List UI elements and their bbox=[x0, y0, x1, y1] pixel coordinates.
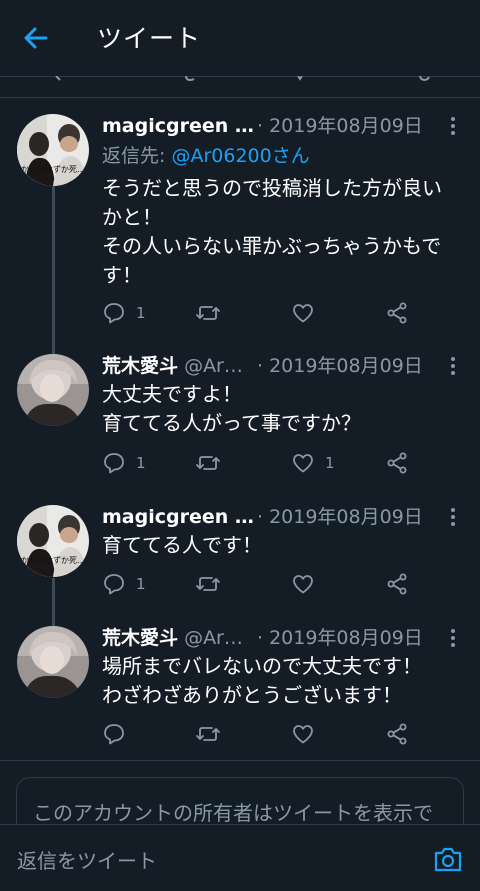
camera-button[interactable] bbox=[433, 845, 463, 873]
more-options-button[interactable] bbox=[446, 115, 460, 137]
share-icon bbox=[387, 452, 407, 474]
tweet-actions: 1 1 bbox=[102, 448, 422, 478]
display-name[interactable]: 荒木愛斗 bbox=[102, 627, 178, 649]
reply-composer[interactable]: 返信をツイート bbox=[0, 824, 480, 891]
comment-icon bbox=[104, 724, 124, 745]
more-vertical-icon bbox=[451, 629, 455, 647]
tweet-text: そうだと思うので投稿消した方が良い かと！ その人いらない罪かぶっちゃうかもで … bbox=[102, 176, 442, 287]
tweet-actions bbox=[102, 719, 422, 749]
more-options-button[interactable] bbox=[446, 355, 460, 377]
share-button[interactable] bbox=[385, 448, 409, 478]
svg-text:かしいはずか死…: かしいはずか死… bbox=[21, 164, 85, 174]
divider bbox=[0, 97, 480, 98]
tweet-text: 育ててる人です！ bbox=[102, 533, 262, 557]
tweet-date: · 2019年08月09日 bbox=[257, 506, 423, 528]
reply-button[interactable]: 1 bbox=[102, 298, 146, 328]
tweet-date: · 2019年08月09日 bbox=[257, 115, 423, 137]
display-name[interactable]: 荒木愛斗 bbox=[102, 355, 178, 377]
mention-link[interactable]: @Ar06200さん bbox=[171, 145, 309, 167]
share-icon bbox=[387, 573, 407, 595]
retweet-button[interactable] bbox=[195, 298, 231, 328]
tweet[interactable]: 荒木愛斗 @Ar… · 2019年08月09日 場所までバレないので大丈夫です！… bbox=[0, 624, 480, 754]
share-button[interactable] bbox=[385, 298, 409, 328]
reply-count: 1 bbox=[136, 304, 146, 322]
top-app-bar: ツイート bbox=[0, 0, 480, 77]
reply-button[interactable]: 1 bbox=[102, 569, 146, 599]
heart-icon bbox=[293, 454, 313, 473]
comment-icon bbox=[104, 574, 124, 595]
previous-tweet-stub bbox=[0, 75, 480, 96]
like-button[interactable] bbox=[291, 298, 325, 328]
more-vertical-icon bbox=[451, 508, 455, 526]
camera-icon bbox=[434, 847, 462, 872]
retweet-button[interactable] bbox=[195, 569, 231, 599]
tweet-date: · 2019年08月09日 bbox=[257, 355, 423, 377]
user-handle[interactable]: @Ar… bbox=[184, 627, 243, 649]
reply-button[interactable] bbox=[102, 719, 136, 749]
reply-input[interactable]: 返信をツイート bbox=[17, 845, 157, 874]
avatar[interactable] bbox=[17, 626, 89, 698]
more-vertical-icon bbox=[451, 357, 455, 375]
tweet-header: 荒木愛斗 @Ar… bbox=[102, 624, 243, 652]
retweet-button[interactable] bbox=[195, 719, 231, 749]
comment-icon bbox=[104, 303, 124, 324]
avatar[interactable] bbox=[17, 354, 89, 426]
like-button[interactable] bbox=[291, 719, 325, 749]
tweet-date: · 2019年08月09日 bbox=[257, 627, 423, 649]
display-name[interactable]: magicgreen … bbox=[102, 506, 254, 528]
avatar[interactable]: かしいはずか死… bbox=[17, 114, 89, 186]
notice-text: このアカウントの所有者はツイートを表示で bbox=[33, 801, 433, 825]
reply-count: 1 bbox=[136, 575, 146, 593]
more-options-button[interactable] bbox=[446, 506, 460, 528]
more-options-button[interactable] bbox=[446, 627, 460, 649]
share-icon bbox=[387, 302, 407, 324]
retweet-icon bbox=[196, 306, 220, 320]
heart-icon bbox=[293, 575, 313, 594]
svg-text:かしいはずか死…: かしいはずか死… bbox=[21, 555, 85, 565]
reply-count: 1 bbox=[136, 454, 146, 472]
reply-button[interactable]: 1 bbox=[102, 448, 146, 478]
retweet-icon bbox=[196, 577, 220, 591]
heart-icon bbox=[293, 725, 313, 744]
tweet-header: magicgreen … bbox=[102, 112, 254, 140]
tweet[interactable]: かしいはずか死… magicgreen … · 2019年08月09日 育ててる… bbox=[0, 503, 480, 608]
arrow-left-icon bbox=[24, 27, 48, 49]
share-button[interactable] bbox=[385, 719, 409, 749]
avatar[interactable]: かしいはずか死… bbox=[17, 505, 89, 577]
retweet-button[interactable] bbox=[195, 448, 231, 478]
tweet-text: 大丈夫ですよ！ 育ててる人がって事ですか？ bbox=[102, 382, 361, 435]
more-vertical-icon bbox=[451, 117, 455, 135]
like-count: 1 bbox=[325, 454, 335, 472]
tweet-actions: 1 bbox=[102, 569, 422, 599]
like-button[interactable]: 1 bbox=[291, 448, 335, 478]
heart-icon bbox=[293, 304, 313, 323]
tweet-header: 荒木愛斗 @Ar… bbox=[102, 352, 243, 380]
tweet-header: magicgreen … bbox=[102, 503, 254, 531]
tweet[interactable]: 荒木愛斗 @Ar… · 2019年08月09日 大丈夫ですよ！ 育ててる人がって… bbox=[0, 352, 480, 492]
replying-to: 返信先: @Ar06200さん bbox=[102, 145, 310, 167]
tweet-actions: 1 bbox=[102, 298, 422, 328]
tweet-detail-screen: ツイート かしいはずか死… magicgreen … · 2019年08月09日… bbox=[0, 0, 480, 891]
back-button[interactable] bbox=[20, 22, 52, 54]
comment-icon bbox=[104, 453, 124, 474]
retweet-icon bbox=[196, 727, 220, 741]
share-button[interactable] bbox=[385, 569, 409, 599]
page-title: ツイート bbox=[97, 24, 202, 53]
user-handle[interactable]: @Ar… bbox=[184, 355, 243, 377]
retweet-icon bbox=[196, 456, 220, 470]
divider bbox=[0, 760, 480, 761]
like-button[interactable] bbox=[291, 569, 325, 599]
display-name[interactable]: magicgreen … bbox=[102, 115, 254, 137]
tweet-text: 場所までバレないので大丈夫です！ わざわざありがとうございます！ bbox=[102, 654, 422, 707]
tweet[interactable]: かしいはずか死… magicgreen … · 2019年08月09日 返信先:… bbox=[0, 112, 480, 337]
share-icon bbox=[387, 723, 407, 745]
